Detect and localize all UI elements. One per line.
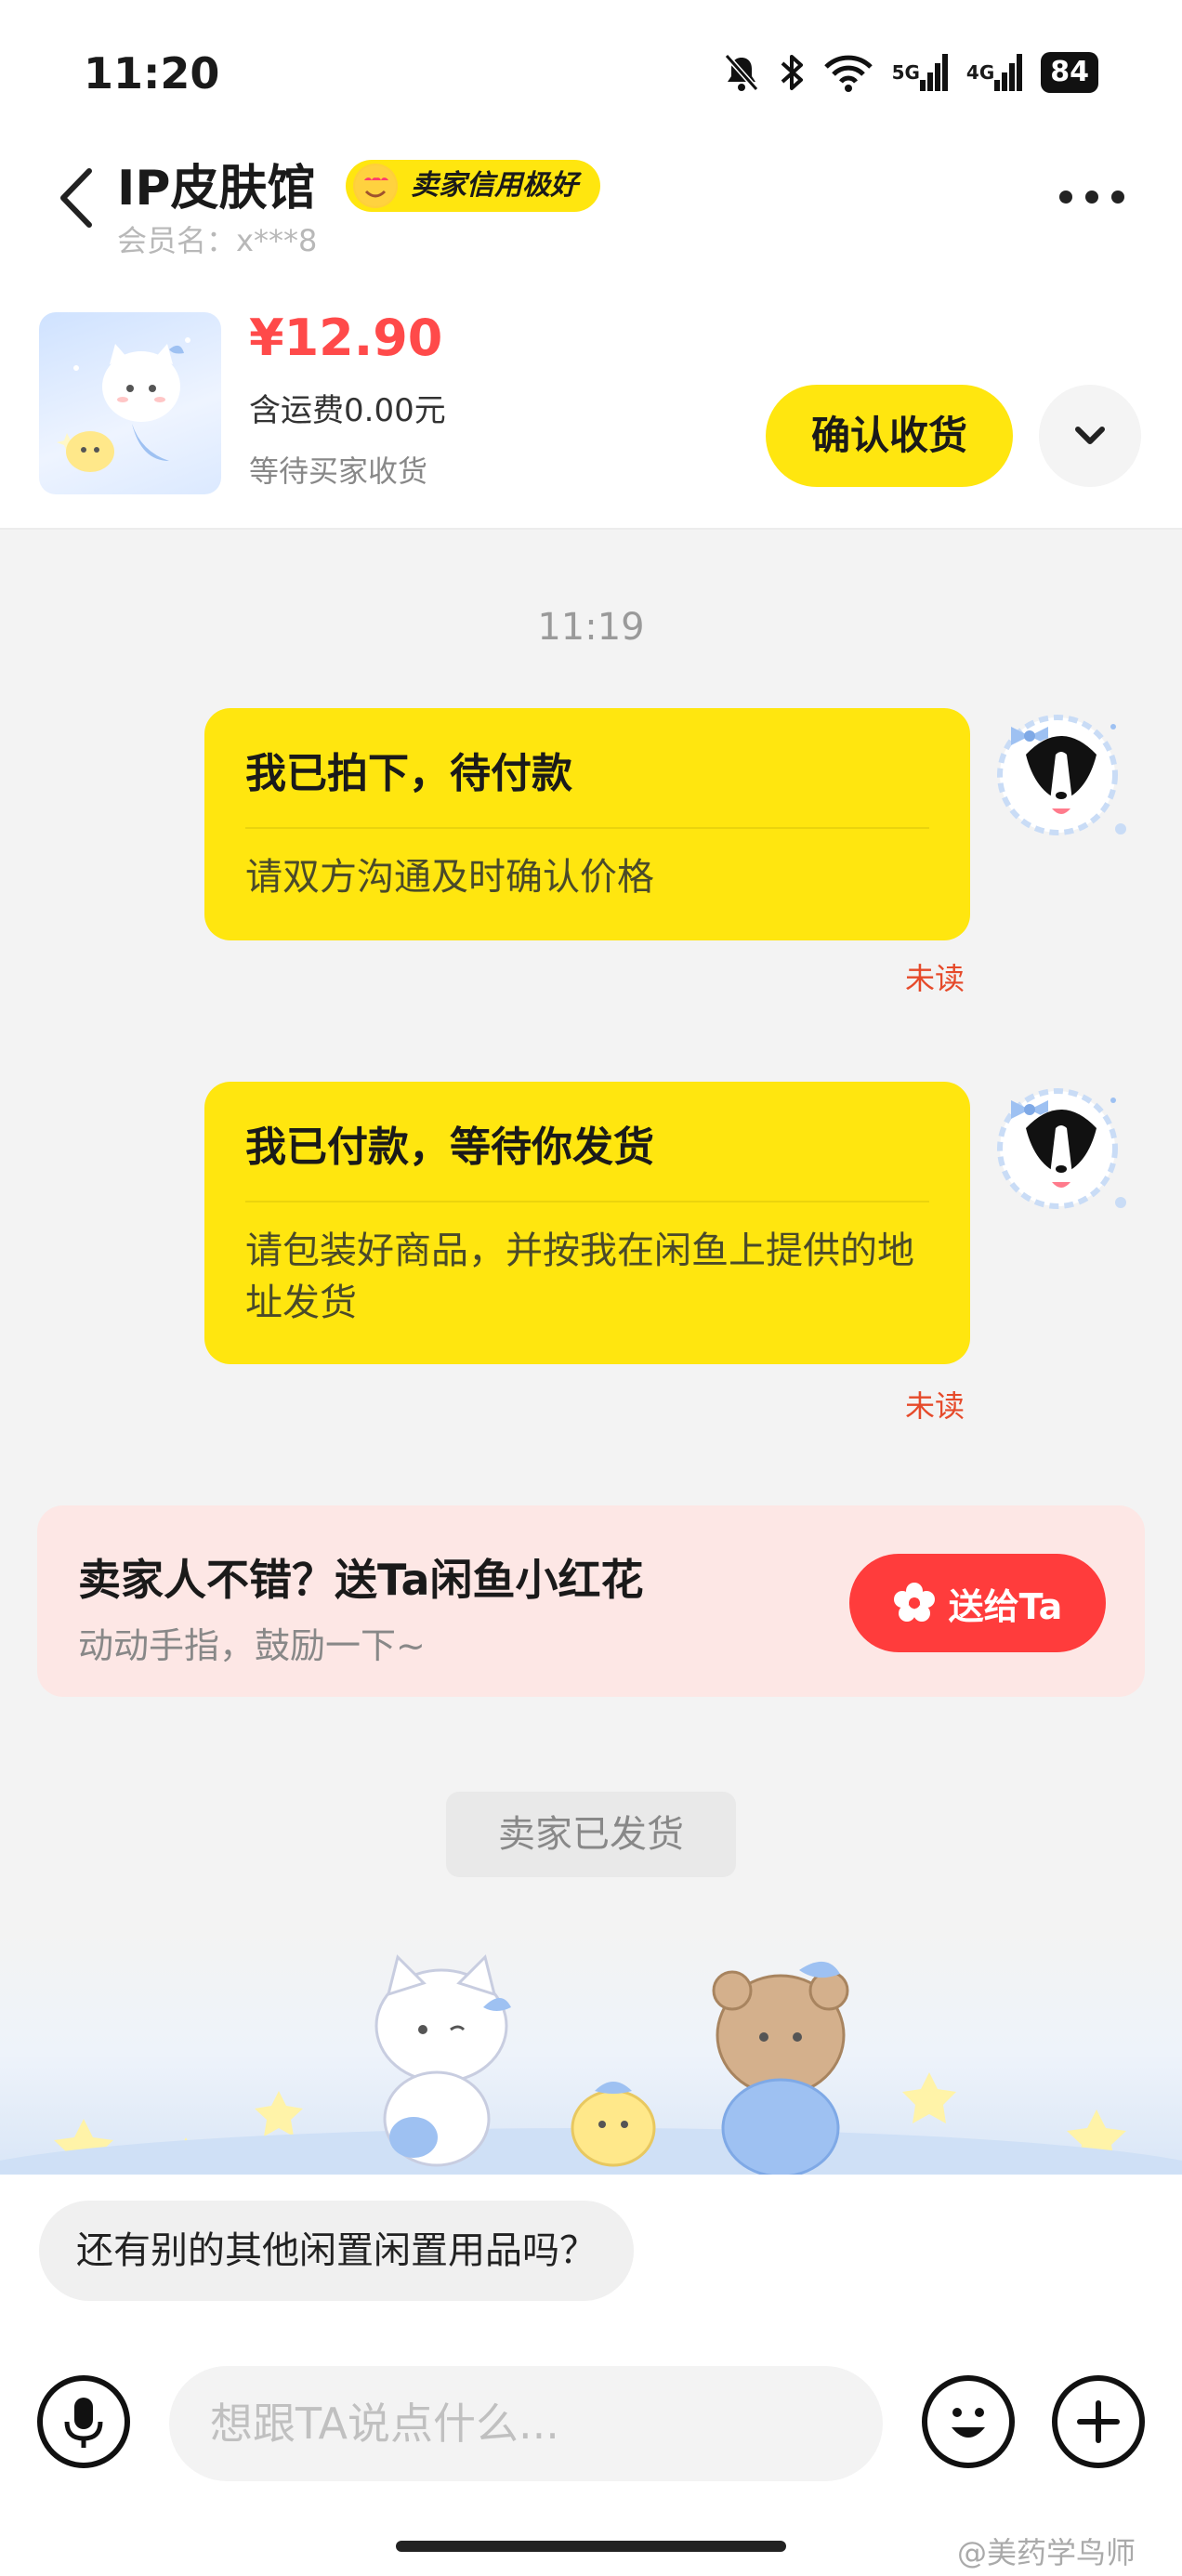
message-title: 我已付款，等待你发货 xyxy=(245,1124,654,1171)
member-name: 会员名：x***8 xyxy=(117,223,318,258)
quick-reply-suggestion[interactable]: 还有别的其他闲置闲置用品吗？ xyxy=(39,2201,634,2301)
flower-card-subtitle: 动动手指，鼓励一下~ xyxy=(78,1625,426,1666)
battery-icon: 84 xyxy=(1041,52,1098,93)
unread-status: 未读 xyxy=(905,1388,965,1424)
net-5g-label: 5G xyxy=(891,61,920,84)
signal-5g-icon: 5G xyxy=(892,52,948,93)
signal-4g-icon: 4G xyxy=(965,52,1023,93)
user-avatar[interactable] xyxy=(983,1072,1132,1221)
message-bubble[interactable]: 我已拍下，待付款 请双方沟通及时确认价格 xyxy=(204,708,970,940)
message-timestamp: 11:19 xyxy=(537,606,645,649)
message-title: 我已拍下，待付款 xyxy=(245,750,572,797)
shipping-fee: 含运费0.00元 xyxy=(249,392,446,429)
flower-icon xyxy=(893,1582,936,1624)
plus-icon[interactable] xyxy=(1052,2375,1145,2468)
status-icons: 5G 4G 84 xyxy=(723,52,1098,93)
shop-name[interactable]: IP皮肤馆 xyxy=(117,149,315,218)
message-divider xyxy=(245,827,929,829)
message-divider xyxy=(245,1201,929,1203)
credit-badge: 卖家信用极好 xyxy=(346,160,600,212)
message-description: 请双方沟通及时确认价格 xyxy=(245,856,654,899)
credit-badge-label: 卖家信用极好 xyxy=(411,169,578,202)
microphone-icon[interactable] xyxy=(37,2375,130,2468)
heart-eyes-icon xyxy=(353,164,398,208)
watermark: @美药学鸟师 xyxy=(957,2535,1136,2570)
confirm-receipt-button[interactable]: 确认收货 xyxy=(766,385,1013,487)
send-flower-label: 送给Ta xyxy=(948,1585,1063,1627)
message-input[interactable] xyxy=(169,2366,883,2481)
system-notice: 卖家已发货 xyxy=(446,1792,736,1877)
mute-icon xyxy=(723,52,760,93)
net-4g-label: 4G xyxy=(965,61,995,84)
decorative-character-banner xyxy=(0,1933,1182,2175)
more-options-icon[interactable] xyxy=(1059,191,1124,204)
product-thumbnail[interactable] xyxy=(39,312,221,494)
send-flower-button[interactable]: 送给Ta xyxy=(849,1554,1106,1652)
bluetooth-icon xyxy=(779,52,805,93)
message-description: 请包装好商品，并按我在闲鱼上提供的地址发货 xyxy=(245,1229,914,1324)
emoji-icon[interactable] xyxy=(922,2375,1015,2468)
flower-card-title: 卖家人不错？送Ta闲鱼小红花 xyxy=(78,1555,644,1605)
wifi-icon xyxy=(823,52,873,93)
status-time: 11:20 xyxy=(84,48,220,99)
user-avatar[interactable] xyxy=(983,699,1132,848)
message-bubble[interactable]: 我已付款，等待你发货 请包装好商品，并按我在闲鱼上提供的地址发货 xyxy=(204,1082,970,1364)
unread-status: 未读 xyxy=(905,961,965,996)
home-indicator[interactable] xyxy=(396,2541,786,2552)
order-status: 等待买家收货 xyxy=(249,453,428,489)
chevron-down-icon[interactable] xyxy=(1039,385,1141,487)
back-icon[interactable] xyxy=(56,165,97,230)
order-price: ¥12.90 xyxy=(249,309,443,367)
